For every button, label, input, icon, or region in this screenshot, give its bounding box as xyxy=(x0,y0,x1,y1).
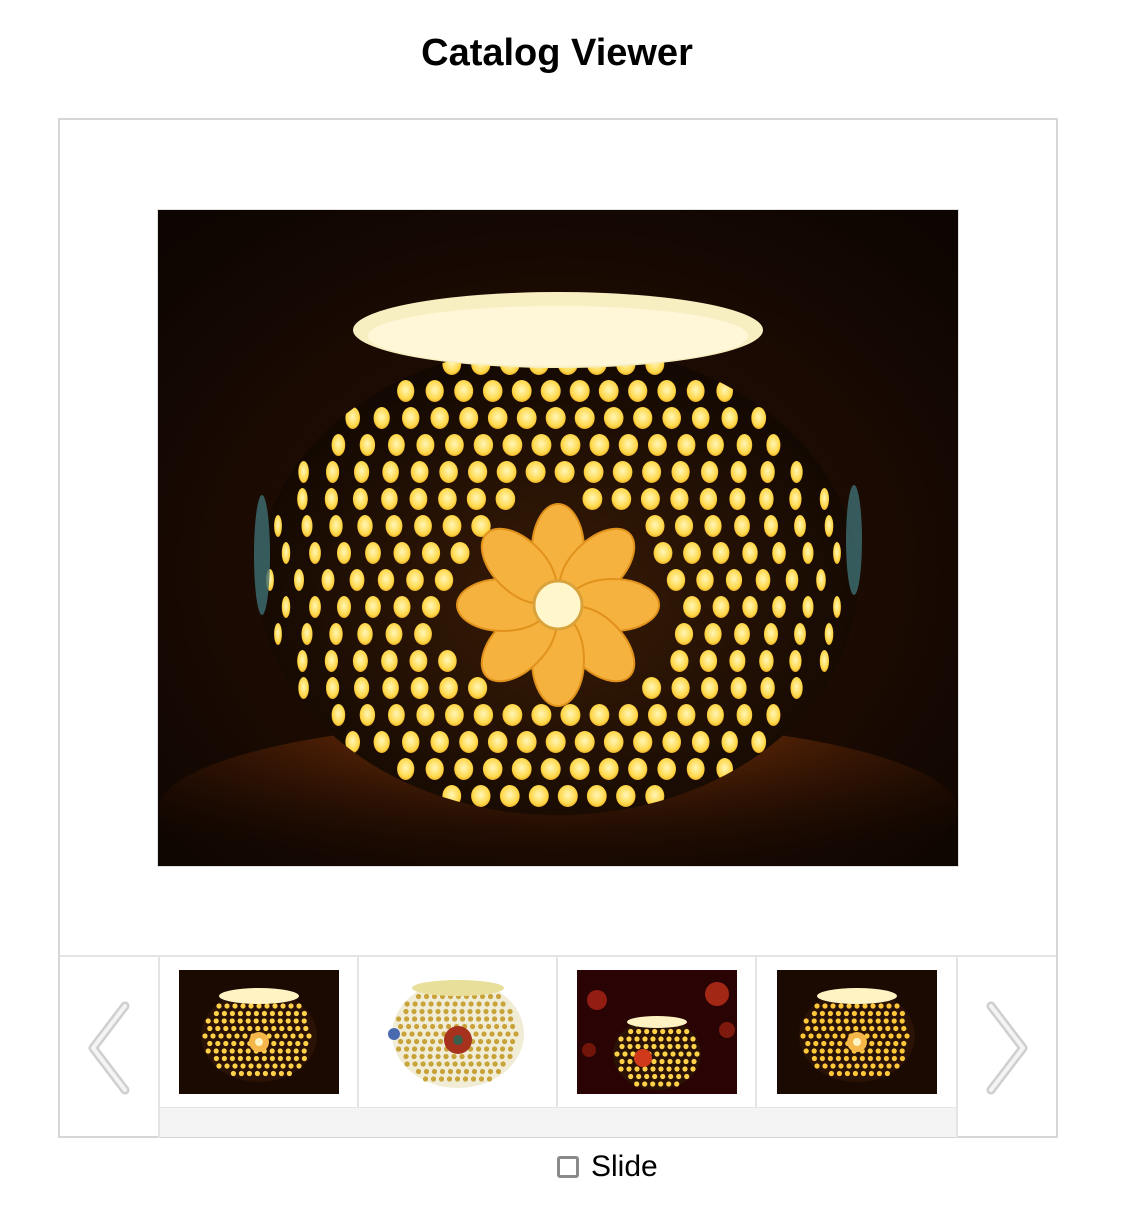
carousel-next-button[interactable] xyxy=(958,957,1056,1138)
thumbnail-1[interactable] xyxy=(160,957,359,1107)
catalog-viewer xyxy=(58,118,1058,1138)
thumbnail-4[interactable] xyxy=(757,957,956,1107)
thumbnail-image xyxy=(576,970,737,1094)
thumbnail-image xyxy=(776,970,937,1094)
chevron-left-icon xyxy=(88,1001,130,1094)
slide-checkbox[interactable] xyxy=(557,1156,579,1178)
thumbnail-3[interactable] xyxy=(558,957,757,1107)
thumbnail-carousel xyxy=(60,955,1056,1138)
carousel-prev-button[interactable] xyxy=(60,957,158,1138)
thumbnail-scrollbar[interactable] xyxy=(160,1107,956,1137)
thumbnail-image xyxy=(377,970,538,1094)
main-product-image xyxy=(157,209,959,867)
thumbnail-2[interactable] xyxy=(359,957,558,1107)
page-title: Catalog Viewer xyxy=(421,32,693,74)
slide-toggle[interactable]: Slide xyxy=(557,1150,658,1184)
chevron-right-icon xyxy=(986,1001,1028,1094)
slide-label: Slide xyxy=(591,1150,658,1183)
thumbnail-list xyxy=(158,957,958,1138)
thumbnail-image xyxy=(178,970,339,1094)
